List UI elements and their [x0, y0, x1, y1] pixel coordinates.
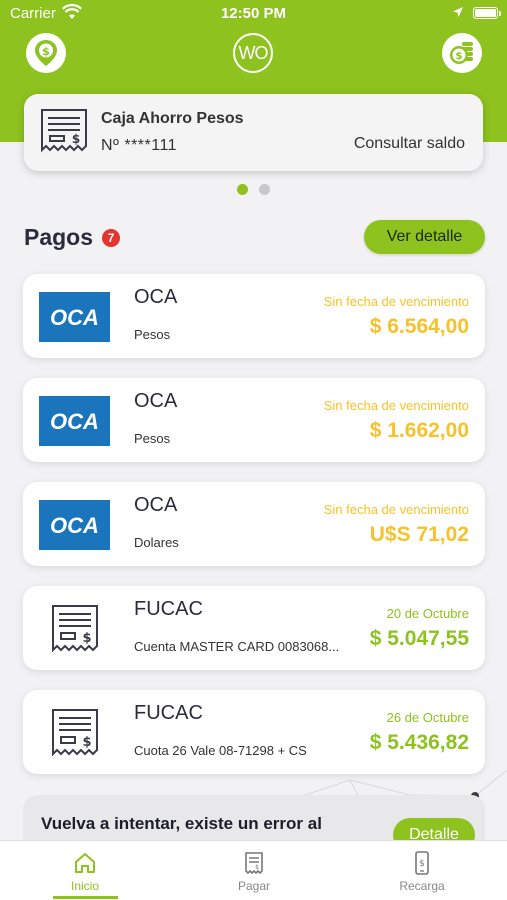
tab-label: Pagar	[237, 879, 271, 893]
svg-text:OCA: OCA	[50, 513, 99, 538]
svg-text:$: $	[419, 859, 425, 869]
svg-text:$: $	[255, 864, 259, 871]
view-detail-button[interactable]: Ver detalle	[364, 220, 485, 254]
receipt-icon: $	[41, 109, 87, 153]
oca-logo: OCA	[39, 292, 110, 342]
payment-due-date: Sin fecha de vencimiento	[323, 398, 469, 413]
payment-card[interactable]: OCA OCA Pesos Sin fecha de vencimiento $ 6.5…	[23, 274, 485, 358]
payment-title: FUCAC	[134, 598, 203, 620]
home-icon	[75, 853, 95, 873]
tab-label: Recarga	[399, 879, 445, 893]
location-money-icon: $	[35, 40, 57, 66]
svg-text:$: $	[82, 631, 91, 646]
payment-title: OCA	[134, 494, 178, 516]
app-logo: WO	[233, 33, 273, 73]
location-arrow-icon	[453, 7, 463, 17]
svg-text:$: $	[82, 735, 91, 750]
payment-amount: $ 6.564,00	[369, 315, 469, 338]
tab-recarga[interactable]: $ Recarga	[362, 841, 482, 900]
payment-due-date: Sin fecha de vencimiento	[323, 502, 469, 517]
coins-icon: $	[450, 42, 473, 64]
coins-button[interactable]: $	[442, 33, 482, 73]
payment-subtitle: Dolares	[134, 535, 179, 550]
oca-logo: OCA	[39, 396, 110, 446]
status-time: 12:50 PM	[220, 5, 287, 22]
svg-text:OCA: OCA	[50, 305, 99, 330]
receipt-icon: $	[52, 605, 98, 653]
tab-inicio[interactable]: Inicio	[25, 841, 145, 900]
payment-due-date: 26 de Octubre	[386, 710, 469, 725]
receipt-icon: $	[52, 709, 98, 757]
payment-due-date: Sin fecha de vencimiento	[323, 294, 469, 309]
payment-amount: $ 5.047,55	[369, 627, 469, 650]
tab-label: Inicio	[70, 879, 99, 893]
svg-text:$: $	[456, 51, 463, 62]
tab-bar: Inicio $ Pagar $ Recarga	[0, 840, 507, 900]
payment-title: FUCAC	[134, 702, 203, 724]
check-balance-link[interactable]: Consultar saldo	[354, 135, 465, 153]
payments-title: Pagos	[24, 224, 94, 250]
payment-due-date: 20 de Octubre	[386, 606, 469, 621]
payment-title: OCA	[134, 286, 178, 308]
svg-text:$: $	[72, 132, 80, 146]
battery-tip	[499, 11, 501, 16]
pager-dot-active[interactable]	[237, 184, 248, 195]
payment-amount: $ 1.662,00	[369, 419, 469, 442]
svg-text:OCA: OCA	[50, 409, 99, 434]
location-money-button[interactable]: $	[26, 33, 66, 73]
battery-icon	[473, 7, 498, 19]
payment-subtitle: Cuenta MASTER CARD 0083068...	[134, 639, 340, 654]
status-bar: Carrier 12:50 PM	[0, 0, 507, 28]
payment-subtitle: Pesos	[134, 431, 171, 446]
payment-subtitle: Cuota 26 Vale 08-71298 + CS	[134, 743, 307, 758]
account-name: Caja Ahorro Pesos	[101, 110, 244, 127]
payment-card[interactable]: $ FUCAC Cuenta MASTER CARD 0083068... 20 de…	[23, 586, 485, 670]
payment-card[interactable]: OCA OCA Dolares Sin fecha de vencimiento U$S…	[23, 482, 485, 566]
account-number: Nº ****111	[101, 137, 178, 154]
payment-card[interactable]: OCA OCA Pesos Sin fecha de vencimiento $ 1.6…	[23, 378, 485, 462]
phone-recharge-icon: $	[415, 851, 429, 875]
bill-icon: $	[245, 852, 263, 875]
svg-text:$: $	[42, 45, 50, 58]
carousel-pager	[0, 184, 507, 196]
active-tab-indicator	[53, 896, 118, 899]
payment-subtitle: Pesos	[134, 327, 171, 342]
payments-count-badge: 7	[102, 229, 120, 247]
account-card[interactable]: $ Caja Ahorro Pesos Nº ****111 Consultar…	[24, 94, 483, 171]
oca-logo: OCA	[39, 500, 110, 550]
tab-pagar[interactable]: $ Pagar	[194, 841, 314, 900]
payment-title: OCA	[134, 390, 178, 412]
pager-dot[interactable]	[259, 184, 270, 195]
payment-amount: U$S 71,02	[369, 523, 469, 546]
error-message: Vuelva a intentar, existe un error al	[41, 814, 322, 833]
